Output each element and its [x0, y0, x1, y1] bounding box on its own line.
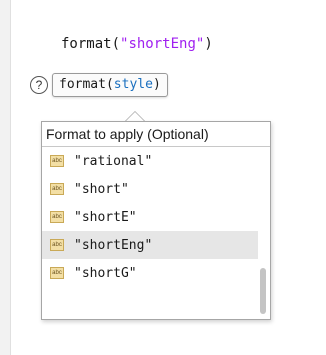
signature-box: format(style): [52, 73, 168, 97]
help-glyph: ?: [35, 78, 43, 92]
signature-function: format(: [59, 77, 114, 92]
popup-pointer: [125, 111, 145, 121]
completion-item[interactable]: abc "short": [42, 175, 270, 203]
completion-item[interactable]: abc "rational": [42, 147, 270, 175]
popup-scrollbar[interactable]: [260, 268, 266, 314]
code-line[interactable]: format("shortEng"): [61, 36, 213, 52]
help-icon[interactable]: ?: [30, 76, 48, 94]
completion-item-label: "shortEng": [74, 237, 153, 253]
code-close-paren: ): [204, 36, 213, 52]
code-string-arg: "shortEng": [120, 36, 205, 52]
completion-item-label: "rational": [74, 153, 153, 169]
completion-item-label: "shortG": [74, 265, 137, 281]
editor-gutter: [0, 0, 11, 355]
completion-item-selected[interactable]: abc "shortEng": [42, 231, 258, 259]
signature-hint: ? format(style): [30, 72, 168, 98]
signature-param: style: [113, 77, 153, 92]
popup-header: Format to apply (Optional): [42, 122, 270, 147]
string-icon: abc: [50, 155, 64, 167]
completion-item[interactable]: abc "shortE": [42, 203, 270, 231]
string-icon: abc: [50, 239, 64, 251]
string-icon: abc: [50, 211, 64, 223]
completion-item[interactable]: abc "shortG": [42, 259, 270, 287]
string-icon: abc: [50, 183, 64, 195]
completion-item-label: "shortE": [74, 209, 137, 225]
signature-close: ): [152, 77, 161, 92]
completion-item-label: "short": [74, 181, 129, 197]
string-icon: abc: [50, 267, 64, 279]
code-function: format(: [61, 36, 121, 52]
completion-popup: Format to apply (Optional) abc "rational…: [41, 121, 271, 320]
